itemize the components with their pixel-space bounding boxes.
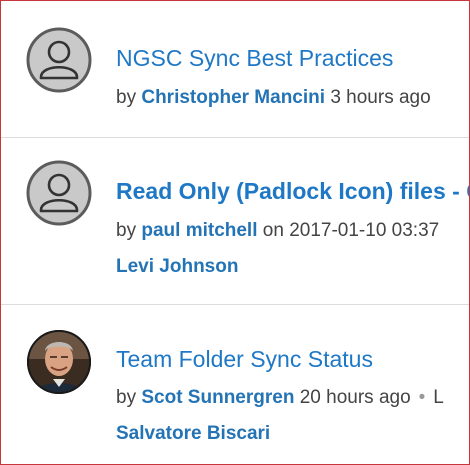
separator-dot: • — [418, 387, 426, 408]
by-label: by — [116, 87, 137, 108]
author-link[interactable]: paul mitchell — [141, 220, 257, 241]
post-time: 20 hours ago — [299, 387, 411, 408]
post-title-link[interactable]: Team Folder Sync Status — [116, 346, 373, 373]
on-label: on — [262, 220, 284, 241]
post-meta: by paul mitchell on 2017-01-10 03:37 — [116, 220, 439, 242]
post-time: 3 hours ago — [330, 87, 431, 108]
user-photo[interactable] — [26, 329, 92, 395]
post-meta: by Scot Sunnergren 20 hours ago • L — [116, 387, 444, 409]
by-label: by — [116, 220, 137, 241]
last-reply-user-link[interactable]: Salvatore Biscari — [116, 423, 270, 445]
list-item: Team Folder Sync Status by Scot Sunnergr… — [1, 305, 469, 464]
list-item: Read Only (Padlock Icon) files - C by pa… — [1, 138, 469, 305]
by-label: by — [116, 387, 137, 408]
default-user-icon[interactable] — [26, 160, 92, 226]
default-user-icon[interactable] — [26, 27, 92, 93]
author-link[interactable]: Scot Sunnergren — [141, 387, 294, 408]
post-title-link[interactable]: NGSC Sync Best Practices — [116, 45, 393, 72]
post-list: NGSC Sync Best Practices by Christopher … — [0, 0, 470, 465]
truncated-text: L — [433, 387, 444, 408]
list-item: NGSC Sync Best Practices by Christopher … — [1, 1, 469, 138]
last-reply-user-link[interactable]: Levi Johnson — [116, 256, 238, 278]
post-time: 2017-01-10 03:37 — [289, 220, 440, 241]
author-link[interactable]: Christopher Mancini — [141, 87, 325, 108]
post-title-link[interactable]: Read Only (Padlock Icon) files - C — [116, 178, 469, 205]
post-meta: by Christopher Mancini 3 hours ago — [116, 87, 431, 109]
